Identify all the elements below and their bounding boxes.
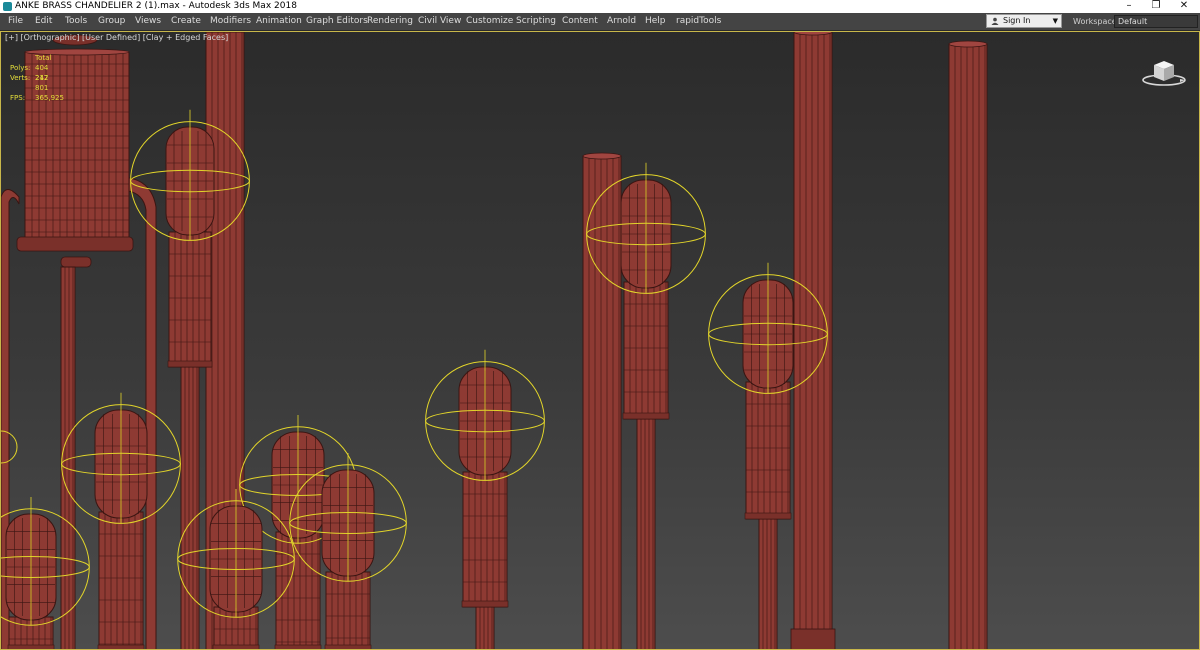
menu-edit[interactable]: Edit <box>35 13 52 30</box>
bulb-lower-c-ring <box>274 644 322 649</box>
menu-rapidtools[interactable]: rapidTools <box>676 13 721 30</box>
bulb-lower-c-tube <box>275 531 321 649</box>
menu-arnold[interactable]: Arnold <box>607 13 636 30</box>
perspective-viewport[interactable]: [+] [Orthographic] [User Defined] [Clay … <box>0 31 1200 650</box>
bulb-lower-a-ring <box>97 644 145 649</box>
sign-in-dropdown[interactable]: Sign In ▼ <box>986 14 1062 28</box>
bulb-upper-right-ring <box>744 512 792 520</box>
menu-modifiers[interactable]: Modifiers <box>210 13 251 30</box>
bulb-lower-e-ring <box>212 644 260 649</box>
menu-content[interactable]: Content <box>562 13 598 30</box>
chevron-down-icon: ▼ <box>1052 17 1058 25</box>
column-b-base <box>790 628 836 649</box>
menu-customize[interactable]: Customize <box>466 13 513 30</box>
stats-header: Total <box>35 54 52 62</box>
app-icon <box>3 2 12 11</box>
menu-bar: File Edit Tools Group Views Create Modif… <box>0 13 1200 31</box>
menu-rendering[interactable]: Rendering <box>367 13 413 30</box>
window-title: ANKE BRASS CHANDELIER 2 (1).max - Autode… <box>15 1 297 11</box>
restore-button[interactable]: ❐ <box>1143 0 1169 13</box>
polys-label: Polys: <box>10 64 31 72</box>
bulb-lower-a-tube <box>98 511 144 649</box>
menu-help[interactable]: Help <box>645 13 666 30</box>
menu-group[interactable]: Group <box>98 13 125 30</box>
scene-canvas[interactable] <box>1 32 1200 650</box>
fps-value: 365,925 <box>35 94 64 102</box>
column-d-cap <box>582 152 622 160</box>
title-bar: ANKE BRASS CHANDELIER 2 (1).max - Autode… <box>0 0 1200 13</box>
viewcube-icon[interactable] <box>1140 57 1190 89</box>
verts-label: Verts: <box>10 74 31 82</box>
reservoir-base <box>16 236 134 252</box>
menu-file[interactable]: File <box>8 13 23 30</box>
bulb-mid-pipe <box>475 606 495 649</box>
bulb-upper-right-pipe <box>758 518 778 649</box>
sign-in-label: Sign In <box>1003 16 1031 25</box>
bulb-upper-mid-tube <box>623 281 669 420</box>
bulb-upper-right-tube <box>745 381 791 520</box>
bulb-upper-left-ring <box>167 360 213 368</box>
bulb-mid-ring <box>461 600 509 608</box>
menu-views[interactable]: Views <box>135 13 161 30</box>
bulb-lower-b-ring <box>7 644 55 649</box>
bulb-lower-d-ring <box>324 644 372 649</box>
close-button[interactable]: ✕ <box>1171 0 1197 13</box>
viewport-label[interactable]: [+] [Orthographic] [User Defined] [Clay … <box>5 33 228 42</box>
menu-tools[interactable]: Tools <box>65 13 87 30</box>
column-b-cap <box>793 32 833 36</box>
minimize-button[interactable]: – <box>1116 0 1142 13</box>
fps-label: FPS: <box>10 94 26 102</box>
verts-value: 247 801 <box>35 74 49 92</box>
bulb-upper-mid-pipe <box>636 418 656 649</box>
workspace-select[interactable]: Default <box>1114 15 1198 28</box>
bulb-mid-tube <box>462 471 508 608</box>
menu-animation[interactable]: Animation <box>256 13 302 30</box>
column-c-cap <box>948 40 988 48</box>
bulb-upper-left-pipe <box>180 366 200 649</box>
menu-create[interactable]: Create <box>171 13 201 30</box>
bulb-upper-mid-ring <box>622 412 670 420</box>
menu-civil-view[interactable]: Civil View <box>418 13 461 30</box>
menu-scripting[interactable]: Scripting <box>516 13 556 30</box>
menu-graph-editors[interactable]: Graph Editors <box>306 13 368 30</box>
reservoir-nozzle <box>60 256 92 268</box>
user-icon <box>991 17 999 25</box>
